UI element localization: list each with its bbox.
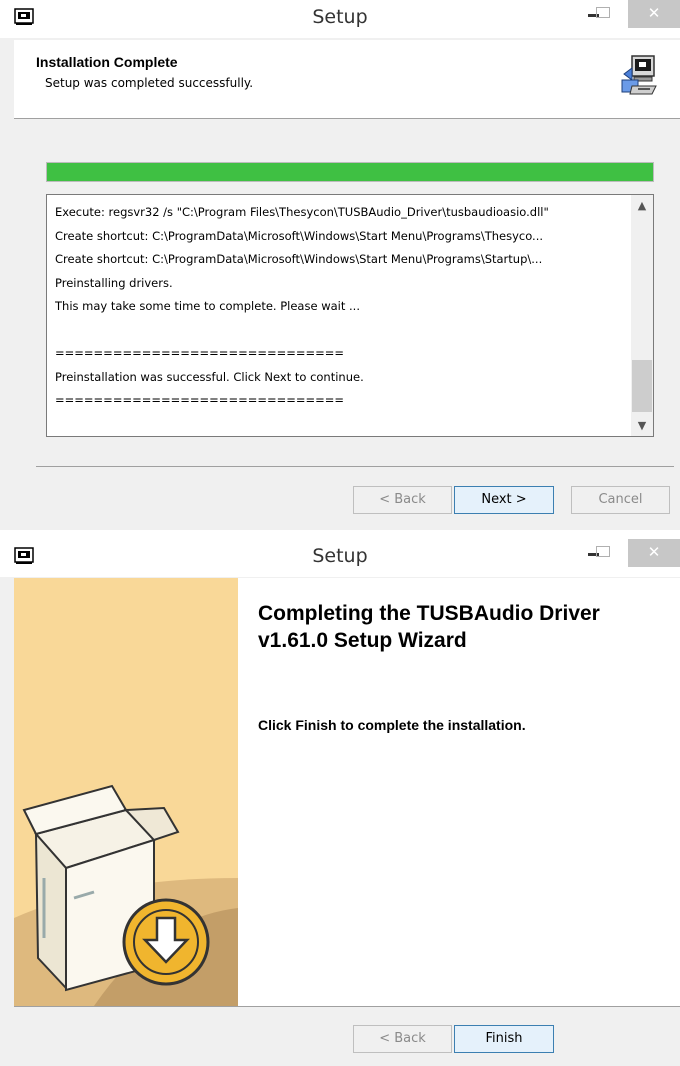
completion-content: Completing the TUSBAudio Driver v1.61.0 …: [238, 578, 680, 1006]
close-icon[interactable]: ✕: [628, 0, 680, 28]
maximize-icon[interactable]: [592, 539, 618, 567]
progress-fill: [47, 163, 653, 181]
log-line: ==============================: [55, 393, 345, 407]
log-line: Preinstallation was successful. Click Ne…: [55, 369, 364, 384]
back-button[interactable]: < Back: [353, 486, 452, 514]
setup-window-completing: Setup ✕ Completing the TUSBAudio Driver …: [0, 539, 680, 1066]
wizard-header: Installation Complete Setup was complete…: [14, 40, 680, 119]
scroll-up-icon[interactable]: ▲: [631, 199, 653, 212]
install-log-list[interactable]: Execute: regsvr32 /s "C:\Program Files\T…: [46, 194, 654, 437]
title-bar[interactable]: Setup ✕: [0, 0, 680, 38]
close-icon[interactable]: ✕: [628, 539, 680, 567]
scrollbar-thumb[interactable]: [632, 360, 652, 412]
maximize-icon[interactable]: [592, 0, 618, 28]
wizard-banner: [14, 578, 238, 1006]
log-line: ==============================: [55, 346, 345, 360]
header-title: Installation Complete: [36, 54, 178, 70]
box-download-icon: [14, 784, 238, 1006]
cancel-button[interactable]: Cancel: [571, 486, 670, 514]
log-line: Create shortcut: C:\ProgramData\Microsof…: [55, 228, 544, 243]
finish-button[interactable]: Finish: [454, 1025, 554, 1053]
header-subtitle: Setup was completed successfully.: [45, 76, 254, 90]
log-line: Preinstalling drivers.: [55, 275, 173, 290]
next-button[interactable]: Next >: [454, 486, 554, 514]
back-button[interactable]: < Back: [353, 1025, 452, 1053]
completion-heading: Completing the TUSBAudio Driver v1.61.0 …: [258, 602, 600, 652]
completion-instruction: Click Finish to complete the installatio…: [258, 717, 526, 733]
button-separator: [14, 1006, 680, 1007]
log-line: Create shortcut: C:\ProgramData\Microsof…: [55, 252, 543, 266]
title-bar[interactable]: Setup ✕: [0, 539, 680, 577]
scroll-down-icon[interactable]: ▼: [631, 419, 653, 432]
vertical-scrollbar[interactable]: ▲ ▼: [631, 195, 653, 436]
log-line: Execute: regsvr32 /s "C:\Program Files\T…: [55, 205, 549, 219]
install-progress-bar: [46, 162, 654, 182]
log-line: This may take some time to complete. Ple…: [55, 299, 360, 313]
button-separator: [36, 466, 674, 467]
installer-computer-icon: [621, 55, 657, 95]
setup-window-installation-complete: Setup ✕ Installation Complete Setup was …: [0, 0, 680, 530]
